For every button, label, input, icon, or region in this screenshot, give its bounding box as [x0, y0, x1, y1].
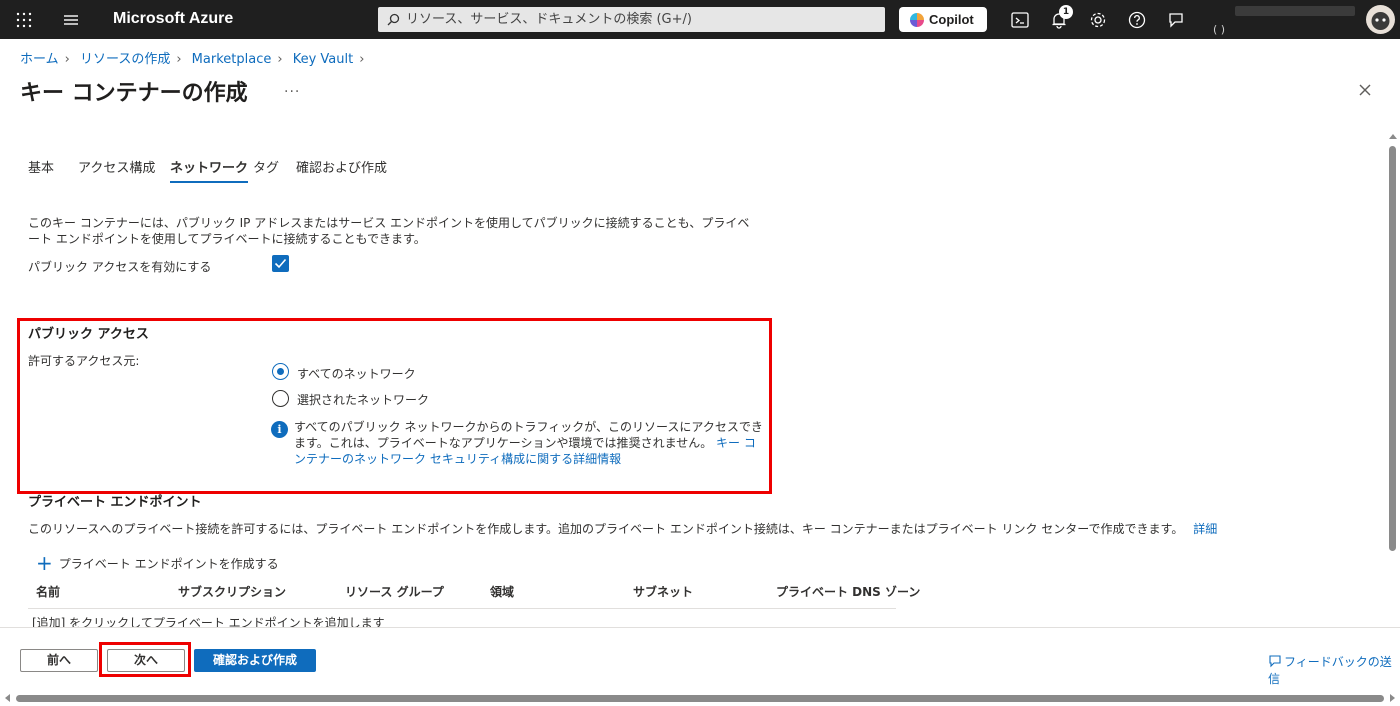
- column-header-subnet: サブネット: [633, 585, 694, 599]
- breadcrumb-create-resource[interactable]: リソースの作成: [80, 52, 170, 67]
- breadcrumb-home[interactable]: ホーム: [20, 52, 59, 67]
- hamburger-menu-icon[interactable]: [62, 12, 80, 28]
- info-icon: i: [271, 421, 288, 438]
- copilot-button[interactable]: Copilot: [899, 7, 987, 32]
- search-placeholder: リソース、サービス、ドキュメントの検索 (G+/): [406, 12, 692, 27]
- scroll-up-icon[interactable]: [1388, 132, 1398, 142]
- cloud-shell-icon[interactable]: [1010, 10, 1030, 30]
- global-search-input[interactable]: リソース、サービス、ドキュメントの検索 (G+/): [378, 7, 885, 32]
- private-endpoint-heading: プライベート エンドポイント: [28, 495, 202, 510]
- tab-tags[interactable]: タグ: [253, 157, 279, 176]
- horizontal-scrollbar[interactable]: [0, 692, 1400, 704]
- breadcrumb-key-vault[interactable]: Key Vault: [293, 52, 354, 67]
- network-description: このキー コンテナーには、パブリック IP アドレスまたはサービス エンドポイン…: [28, 216, 750, 246]
- private-endpoint-description-text: このリソースへのプライベート接続を許可するには、プライベート エンドポイントを作…: [28, 522, 1184, 536]
- vertical-scroll-thumb[interactable]: [1389, 146, 1396, 551]
- breadcrumb-marketplace[interactable]: Marketplace: [192, 52, 272, 67]
- avatar[interactable]: [1366, 5, 1395, 34]
- scroll-left-icon[interactable]: [2, 693, 12, 703]
- column-header-resource-group: リソース グループ: [345, 585, 444, 599]
- highlight-box-next-button: [99, 642, 191, 677]
- vertical-scrollbar[interactable]: [1388, 130, 1398, 690]
- public-access-heading: パブリック アクセス: [28, 327, 149, 342]
- app-launcher-icon[interactable]: [16, 12, 32, 28]
- feedback-icon[interactable]: [1166, 10, 1186, 30]
- top-bar: Microsoft Azure リソース、サービス、ドキュメントの検索 (G+/…: [0, 0, 1400, 39]
- send-feedback-link[interactable]: フィードバックの送信: [1268, 652, 1400, 687]
- scroll-right-icon[interactable]: [1388, 693, 1398, 703]
- chevron-right-icon: ›: [176, 52, 182, 67]
- notification-badge: 1: [1059, 5, 1073, 19]
- checkmark-icon: [274, 258, 287, 269]
- feedback-icon: [1269, 655, 1281, 668]
- radio-all-networks-label[interactable]: すべてのネットワーク: [297, 365, 416, 382]
- private-endpoint-description: このリソースへのプライベート接続を許可するには、プライベート エンドポイントを作…: [28, 520, 1217, 537]
- breadcrumb: ホーム › リソースの作成 › Marketplace › Key Vault ›: [20, 48, 370, 67]
- copilot-label: Copilot: [929, 12, 974, 27]
- details-link[interactable]: 詳細: [1193, 522, 1217, 536]
- column-header-private-dns-zone: プライベート DNS ゾーン: [776, 585, 921, 599]
- close-icon[interactable]: [1356, 81, 1374, 99]
- help-icon[interactable]: [1127, 10, 1147, 30]
- tab-basics[interactable]: 基本: [28, 157, 54, 176]
- enable-public-access-checkbox[interactable]: [272, 255, 289, 272]
- search-icon: [387, 13, 400, 26]
- create-private-endpoint-button[interactable]: + プライベート エンドポイントを作成する: [36, 549, 279, 575]
- radio-all-networks[interactable]: [272, 363, 289, 380]
- user-name-redacted: [1235, 6, 1355, 16]
- more-options-button[interactable]: ...: [284, 80, 300, 96]
- send-feedback-label: フィードバックの送信: [1268, 655, 1392, 686]
- horizontal-scroll-thumb[interactable]: [16, 695, 1384, 702]
- tab-access-configuration[interactable]: アクセス構成: [78, 157, 155, 176]
- enable-public-access-label: パブリック アクセスを有効にする: [28, 260, 212, 274]
- page-title: キー コンテナーの作成: [20, 81, 248, 106]
- brand-name[interactable]: Microsoft Azure: [113, 10, 233, 28]
- review-create-button[interactable]: 確認および作成: [194, 649, 316, 672]
- plus-icon: +: [36, 551, 53, 575]
- info-message-text: すべてのパブリック ネットワークからのトラフィックが、このリソースにアクセスでき…: [294, 420, 763, 450]
- allow-access-from-label: 許可するアクセス元:: [28, 354, 140, 368]
- column-header-subscription: サブスクリプション: [178, 585, 287, 599]
- chevron-right-icon: ›: [359, 52, 365, 67]
- chevron-right-icon: ›: [277, 52, 283, 67]
- user-account[interactable]: ( ): [1213, 6, 1355, 36]
- info-message: すべてのパブリック ネットワークからのトラフィックが、このリソースにアクセスでき…: [294, 419, 764, 467]
- chevron-right-icon: ›: [64, 52, 70, 67]
- radio-selected-networks[interactable]: [272, 390, 289, 407]
- table-header-divider: [28, 608, 896, 609]
- previous-button[interactable]: 前へ: [20, 649, 98, 672]
- column-header-name: 名前: [36, 585, 61, 599]
- user-directory: ( ): [1213, 23, 1226, 36]
- column-header-region: 領域: [490, 585, 515, 599]
- copilot-icon: [910, 13, 924, 27]
- tab-networking[interactable]: ネットワーク: [170, 157, 249, 183]
- tab-review-create[interactable]: 確認および作成: [296, 157, 387, 176]
- create-private-endpoint-label: プライベート エンドポイントを作成する: [58, 557, 279, 571]
- radio-selected-networks-label[interactable]: 選択されたネットワーク: [297, 391, 429, 408]
- gear-icon[interactable]: [1088, 10, 1108, 30]
